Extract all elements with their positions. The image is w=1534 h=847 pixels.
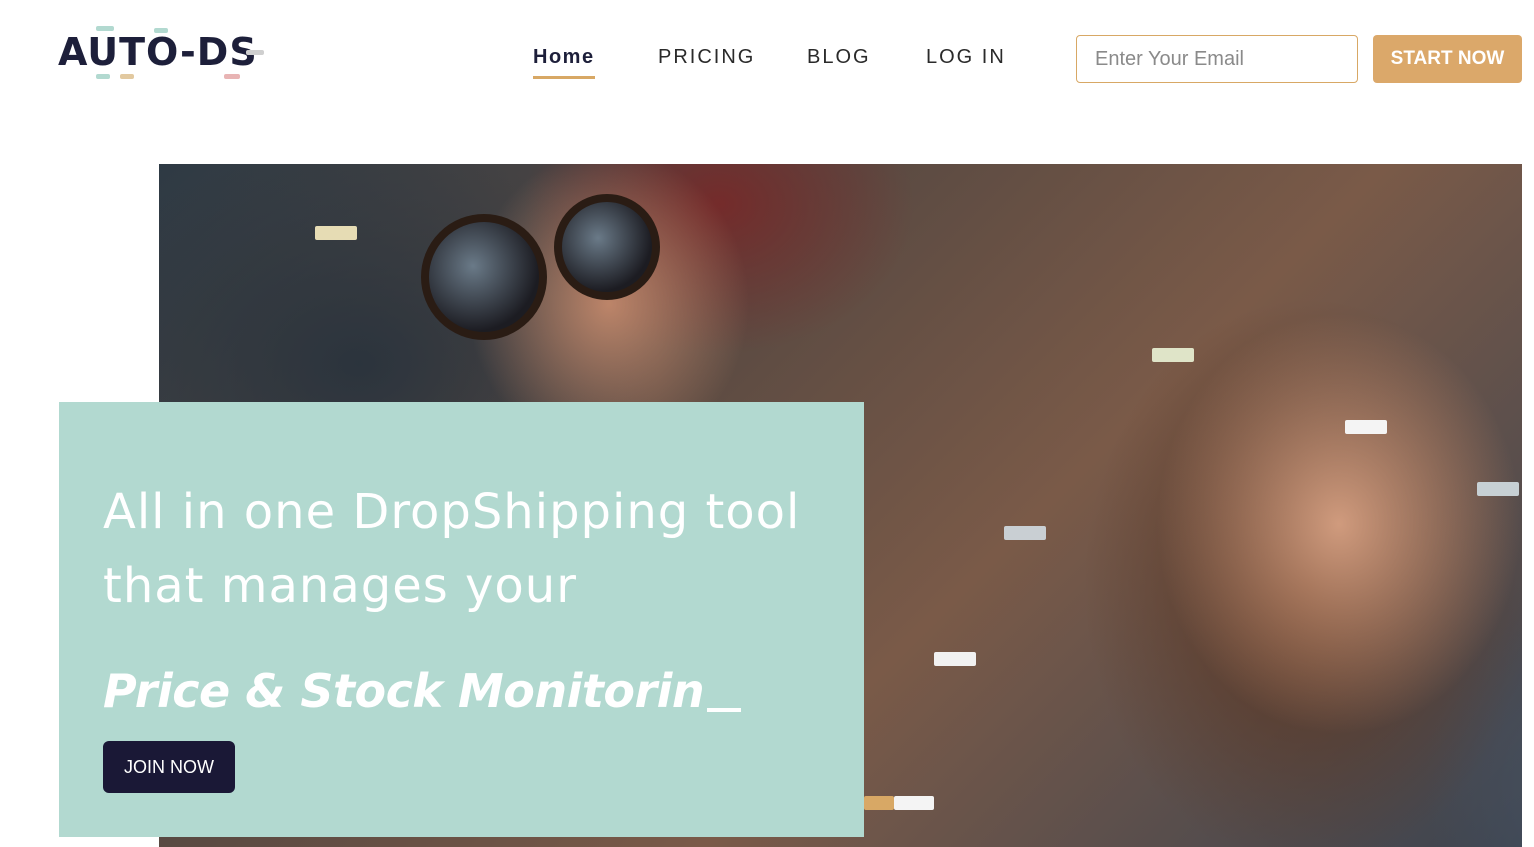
- typing-cursor: [707, 708, 741, 712]
- decorative-dash: [934, 652, 976, 666]
- nav-home[interactable]: Home: [533, 46, 595, 69]
- decorative-dash: [1152, 348, 1194, 362]
- hero-card: All in one DropShipping tool that manage…: [59, 402, 864, 837]
- decorative-dash: [894, 796, 934, 810]
- sunglasses-shape: [554, 194, 660, 300]
- hero-headline-line2: that manages your: [103, 558, 577, 614]
- join-now-button[interactable]: JOIN NOW: [103, 741, 235, 793]
- logo-dash-accent: [96, 74, 110, 79]
- logo-dash-accent: [224, 74, 240, 79]
- logo-dash-accent: [120, 74, 134, 79]
- logo-dash-accent: [246, 50, 264, 55]
- hero-typing-highlight: Price & Stock Monitorin: [103, 664, 705, 718]
- decorative-dash: [1345, 420, 1387, 434]
- email-input[interactable]: [1076, 35, 1358, 83]
- decorative-dash: [1004, 526, 1046, 540]
- nav-blog[interactable]: BLOG: [807, 46, 871, 69]
- logo-text: AUTO-DS: [58, 30, 258, 74]
- sunglasses-shape: [421, 214, 547, 340]
- decorative-dash: [864, 796, 894, 810]
- logo-dash-accent: [154, 28, 168, 33]
- start-now-button[interactable]: START NOW: [1373, 35, 1522, 83]
- nav-login[interactable]: LOG IN: [926, 46, 1006, 69]
- decorative-dash: [315, 226, 357, 240]
- decorative-dash: [1477, 482, 1519, 496]
- logo-dash-accent: [96, 26, 114, 31]
- nav-pricing[interactable]: PRICING: [658, 46, 755, 69]
- nav-active-underline: [533, 76, 595, 79]
- hero-headline-line1: All in one DropShipping tool: [103, 484, 801, 540]
- autods-logo[interactable]: AUTO-DS: [58, 26, 268, 84]
